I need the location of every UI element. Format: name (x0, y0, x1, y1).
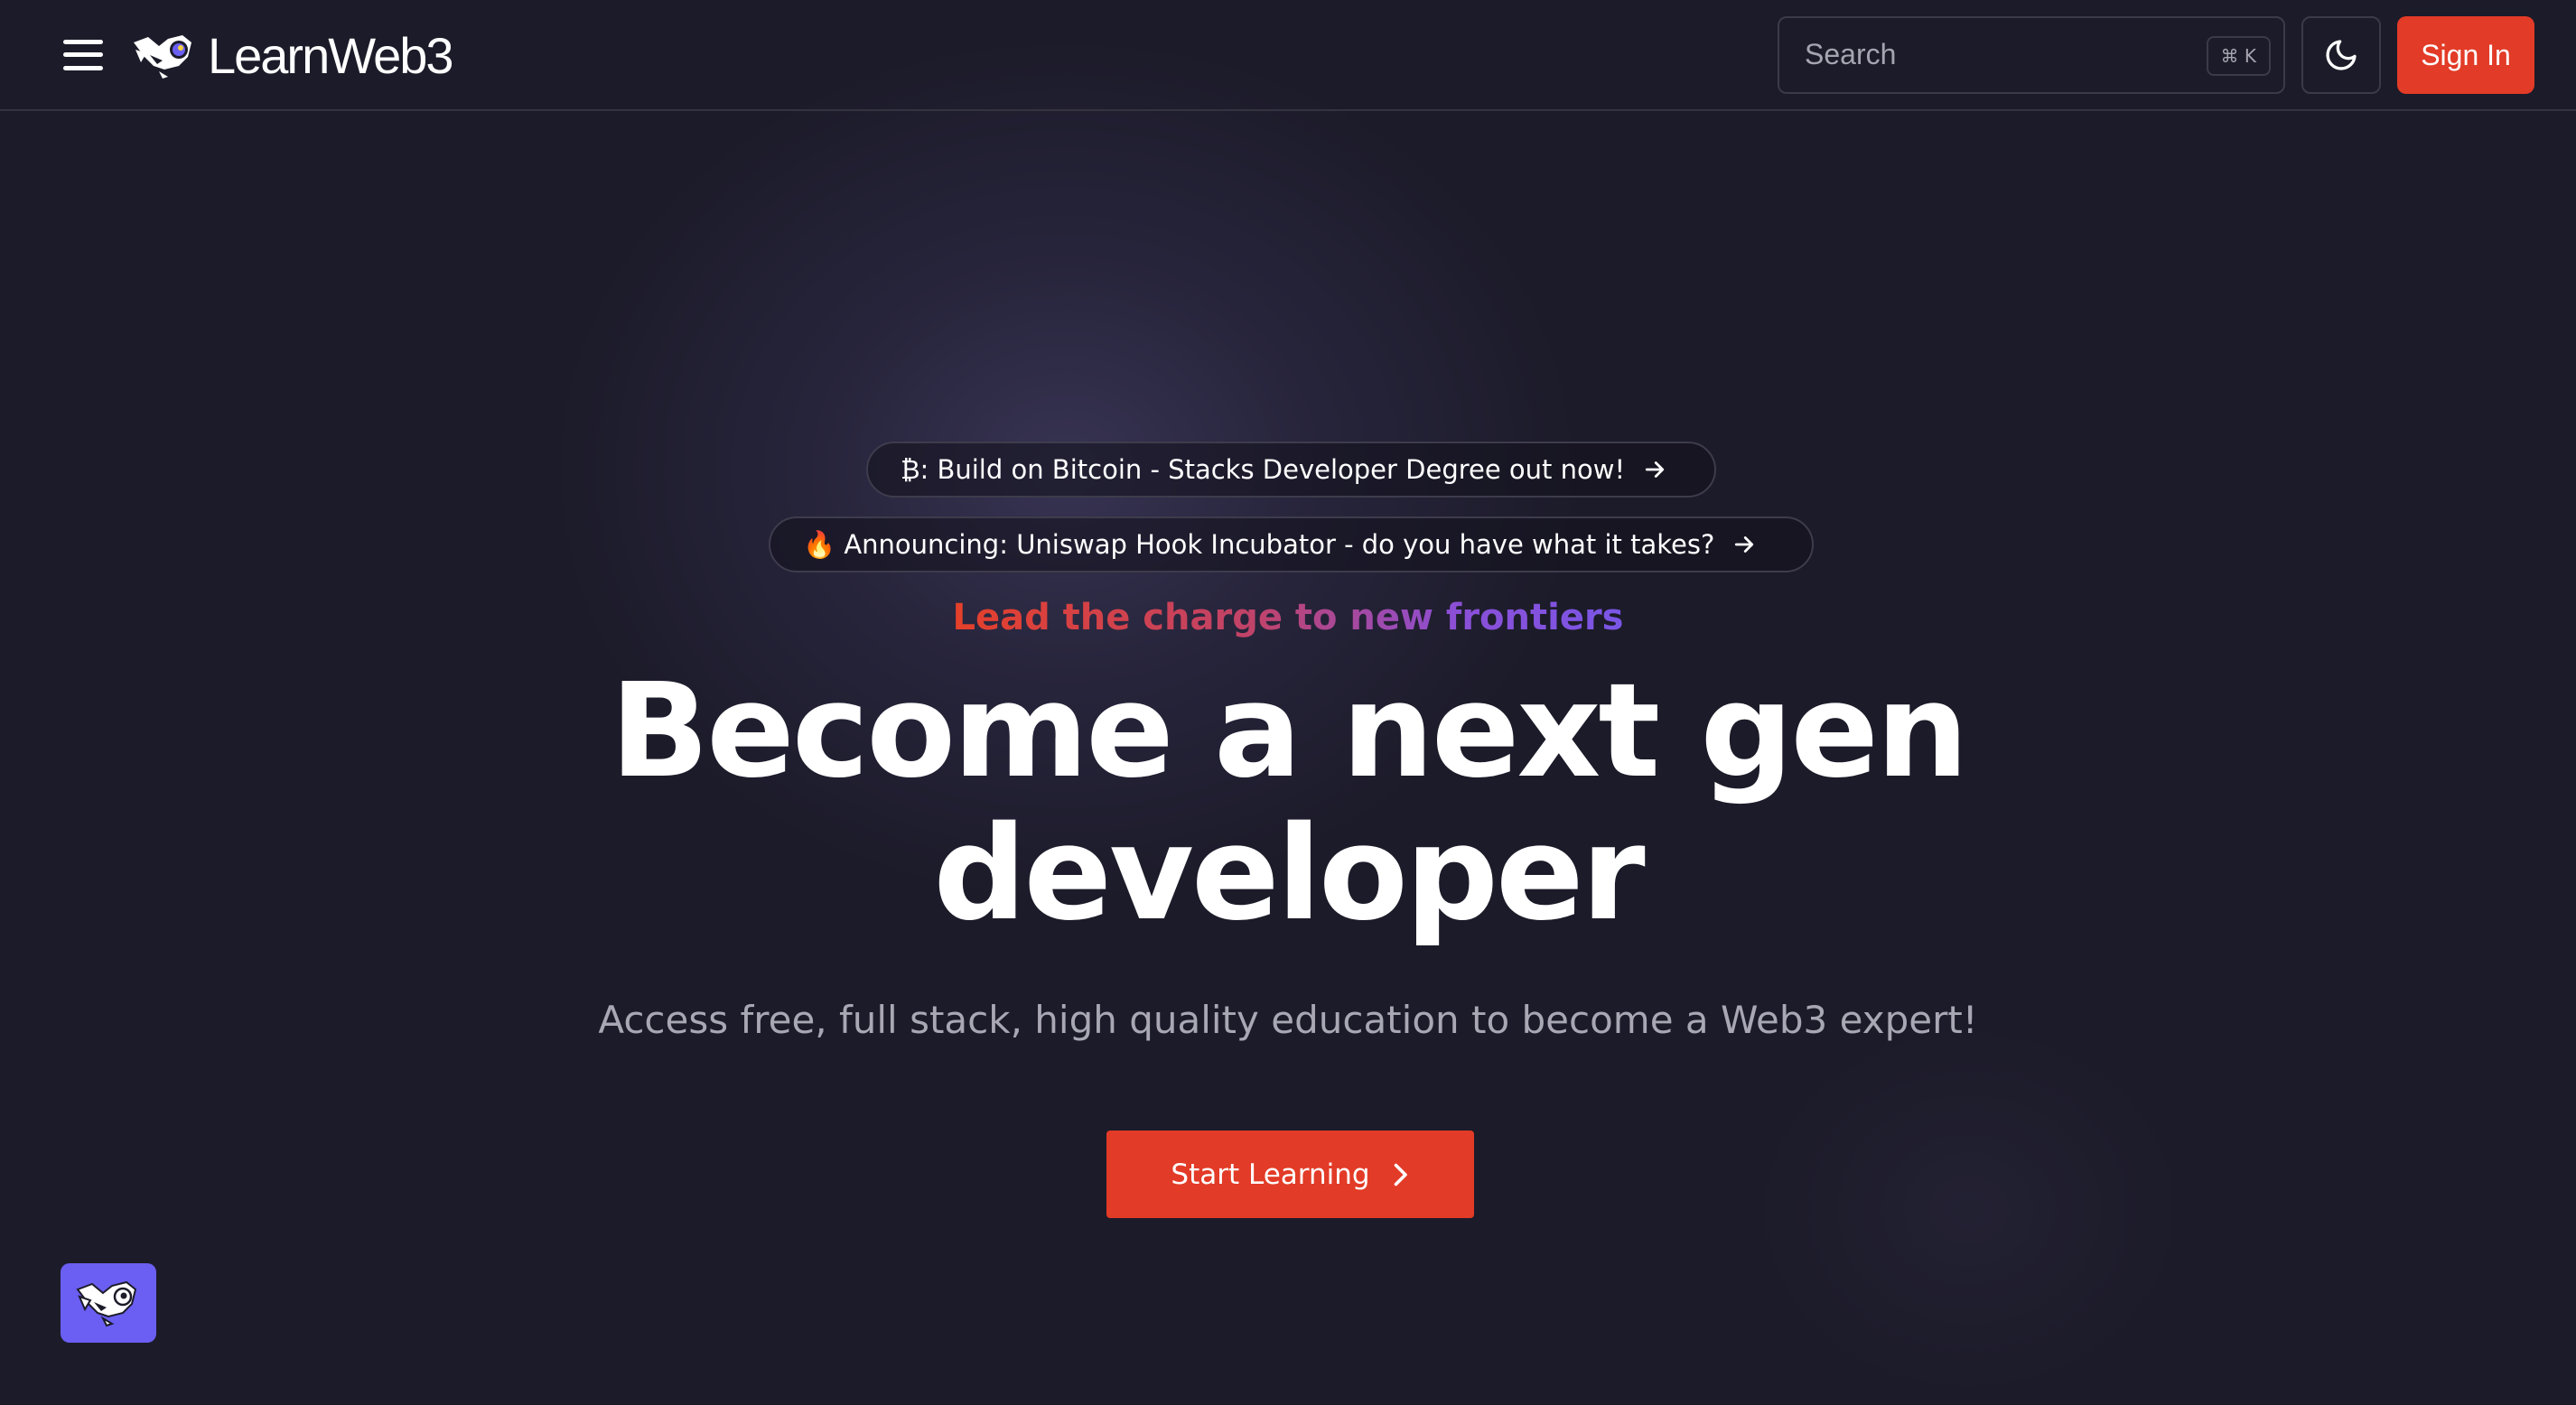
moon-icon (2326, 40, 2357, 70)
chat-widget-button[interactable] (61, 1263, 156, 1343)
sign-in-button[interactable]: Sign In (2397, 16, 2534, 94)
announcement-text: 🔥 Announcing: Uniswap Hook Incubator - d… (803, 528, 1715, 560)
logo-link[interactable]: LearnWeb3 (132, 27, 454, 84)
chevron-right-icon (1394, 1163, 1407, 1186)
hero-tagline-text: Lead the charge to new frontiers (952, 597, 1624, 638)
announcement-bitcoin[interactable]: ₿: Build on Bitcoin - Stacks Developer D… (866, 442, 1716, 498)
search-shortcut-badge: ⌘ K (2206, 36, 2271, 76)
hero-title-line-1: Become a next gen (610, 655, 1968, 806)
hero-subtitle: Access free, full stack, high quality ed… (598, 998, 1978, 1042)
hero-tagline: Lead the charge to new frontiers (0, 591, 2576, 645)
search-placeholder: Search (1805, 38, 1897, 70)
hamburger-menu-icon[interactable] (63, 40, 103, 70)
start-learning-label: Start Learning (1171, 1158, 1370, 1191)
hero-title: Become a next gen developer (0, 659, 2576, 944)
top-navbar: LearnWeb3 Search ⌘ K Sign In (0, 0, 2576, 111)
learnweb3-bird-icon (134, 35, 191, 79)
search-input[interactable]: Search ⌘ K (1778, 16, 2285, 94)
arrow-right-icon (1645, 461, 1665, 478)
announcement-text: ₿: Build on Bitcoin - Stacks Developer D… (901, 453, 1626, 485)
learnweb3-bird-icon (76, 1280, 137, 1327)
arrow-right-icon (1735, 536, 1754, 553)
logo-text: LearnWeb3 (208, 27, 454, 84)
hero-title-line-2: developer (933, 797, 1645, 949)
announcement-uniswap[interactable]: 🔥 Announcing: Uniswap Hook Incubator - d… (769, 516, 1814, 572)
start-learning-button[interactable]: Start Learning (1106, 1131, 1474, 1218)
theme-toggle-button[interactable] (2301, 16, 2381, 94)
